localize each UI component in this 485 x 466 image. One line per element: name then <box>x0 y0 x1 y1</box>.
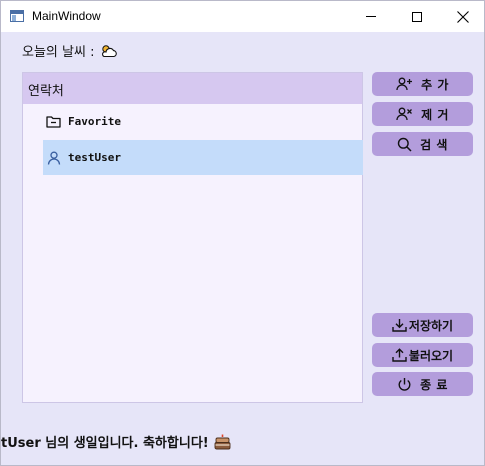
title-bar[interactable]: MainWindow <box>1 1 484 32</box>
add-contact-button[interactable]: 추 가 <box>372 72 473 96</box>
tree-item-label: testUser <box>68 151 121 164</box>
contact-tree-header: 연락처 <box>23 73 362 104</box>
remove-contact-button[interactable]: 제 거 <box>372 102 473 126</box>
save-button-label: 저장하기 <box>408 318 454 333</box>
exit-button-label: 종 료 <box>420 377 448 392</box>
download-icon <box>392 319 407 332</box>
close-button[interactable] <box>440 1 484 32</box>
load-button[interactable]: 불러오기 <box>372 343 473 367</box>
save-button[interactable]: 저장하기 <box>372 313 473 337</box>
tree-item-label: Favorite <box>68 115 121 128</box>
remove-button-label: 제 거 <box>421 107 449 122</box>
maximize-icon <box>412 11 422 22</box>
birthday-message: tUser 님의 생일입니다. 축하합니다! <box>1 436 209 451</box>
upload-icon <box>392 348 407 362</box>
window-title: MainWindow <box>32 9 101 23</box>
search-icon <box>397 137 412 152</box>
tree-item-favorite[interactable]: Favorite <box>46 104 362 139</box>
remove-user-icon <box>396 107 413 121</box>
contact-tree[interactable]: 연락처 Favorite testUser <box>22 72 363 403</box>
main-window: MainWindow 오늘의 날씨 : 연락처 Favorite testUse… <box>0 0 485 466</box>
maximize-button[interactable] <box>394 1 440 32</box>
exit-button[interactable]: 종 료 <box>372 372 473 396</box>
cake-icon <box>214 434 231 449</box>
add-button-label: 추 가 <box>421 77 449 92</box>
cloud-sun-icon <box>102 44 118 57</box>
minimize-icon <box>366 16 376 17</box>
minimize-button[interactable] <box>348 1 394 32</box>
app-icon <box>10 10 24 22</box>
weather-row: 오늘의 날씨 : <box>22 41 118 60</box>
folder-icon <box>46 116 61 128</box>
power-icon <box>398 377 411 391</box>
weather-label: 오늘의 날씨 : <box>22 45 95 60</box>
birthday-status: tUser 님의 생일입니다. 축하합니다! <box>1 432 231 451</box>
search-button[interactable]: 검 색 <box>372 132 473 156</box>
load-button-label: 불러오기 <box>408 348 454 363</box>
close-icon <box>457 10 469 23</box>
user-icon <box>47 151 61 165</box>
search-button-label: 검 색 <box>420 137 448 152</box>
tree-item-testuser[interactable]: testUser <box>43 140 363 175</box>
add-user-icon <box>396 77 413 91</box>
